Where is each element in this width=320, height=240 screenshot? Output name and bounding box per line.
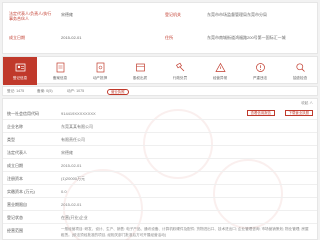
reg-authority-value: 东莞市市场监督管理局东莞市分局 — [207, 12, 267, 17]
search-check-icon — [295, 63, 305, 72]
row-key: 统一社会信用代码 — [7, 111, 39, 116]
detail-row: 登记状态 在营(开业)企业 — [3, 211, 317, 224]
registration-detail-panel: 收起 ∧ 统一社会信用代码 914419XXXXXXXX 查看信用报告 下载营业… — [2, 98, 318, 240]
business-scope-text: 一般经营项目: 研发、设计、生产、销售: 电子产品、通讯设备、计算机软硬件及配件… — [61, 227, 309, 237]
row-key: 成立日期 — [7, 163, 23, 168]
detail-row: 成立日期 2015-02-01 — [3, 159, 317, 172]
tab-label: 抽查检查 — [292, 76, 308, 80]
id-card-icon — [15, 63, 25, 72]
filter-item[interactable]: 动产: 1075 — [67, 89, 84, 94]
tab-label: 经营异常 — [212, 76, 228, 80]
row-key: 经营范围 — [7, 228, 23, 233]
row-value: 在营(开业)企业 — [61, 215, 88, 220]
detail-row: 实缴资本 (万元) 0.0 — [3, 185, 317, 198]
row-value: 2015-02-01 — [61, 163, 82, 168]
detail-row: 类型 有限责任公司 — [3, 133, 317, 146]
collapse-button[interactable]: 收起 ∧ — [301, 101, 313, 106]
detail-row: 法定代表人 宋德雍 — [3, 146, 317, 159]
tab-registration[interactable]: 登记信息 — [3, 57, 37, 85]
tab-label: 动产抵押 — [92, 76, 108, 80]
row-key: 营业期限自 — [7, 202, 27, 207]
tab-label: 备案信息 — [52, 76, 68, 80]
tab-chattel-mortgage[interactable]: 动产抵押 — [83, 57, 117, 85]
filter-item[interactable]: 备案: 0(5) — [37, 89, 53, 94]
row-value: 东莞某某有限公司 — [61, 124, 93, 129]
alert-icon — [255, 63, 265, 72]
tab-label: 股权出质 — [132, 76, 148, 80]
pledge-icon — [135, 63, 145, 72]
reg-authority-label: 登记机关 — [165, 12, 181, 17]
view-report-button[interactable]: 查看信用报告 — [246, 110, 275, 116]
filter-item[interactable]: 登记: 1475 — [7, 89, 24, 94]
download-license-button[interactable]: 下载营业执照 — [284, 110, 313, 116]
row-key: 实缴资本 (万元) — [7, 189, 35, 194]
legal-rep-label: 法定代表人/负责人/执行事务合伙人 — [9, 11, 52, 21]
legal-rep-value: 宋德雍 — [61, 12, 73, 17]
address-label: 住所 — [165, 35, 173, 40]
reg-date-label: 成立日期 — [9, 35, 25, 40]
row-key: 类型 — [7, 137, 15, 142]
row-value: 2015-02-01 — [61, 202, 82, 207]
gavel-icon — [175, 62, 184, 72]
row-value: 0.0 — [61, 189, 67, 194]
filter-bar: 登记: 1475 备案: 0(5) 动产: 1075 营业执照 — [2, 86, 318, 96]
document-icon — [56, 62, 64, 73]
detail-row: 企业名称 东莞某某有限公司 — [3, 120, 317, 133]
detail-row: 营业期限自 2015-02-01 — [3, 198, 317, 211]
tab-penalty[interactable]: 行政处罚 — [163, 57, 197, 85]
row-key: 登记状态 — [7, 215, 23, 220]
tab-spot-check[interactable]: 抽查检查 — [283, 57, 317, 85]
row-value: (1)20000万元 — [61, 176, 86, 181]
row-key: 企业名称 — [7, 124, 23, 129]
tab-label: 严重违法 — [252, 76, 268, 80]
filter-selected[interactable]: 营业执照 — [107, 88, 129, 95]
category-tabs: 登记信息 备案信息 动产抵押 股权出质 行政处罚 经营异常 严重违法 抽查检查 — [2, 56, 318, 85]
row-key: 注册资本 — [7, 176, 23, 181]
detail-row: 注册资本 (1)20000万元 — [3, 172, 317, 185]
reg-date-value: 2015-02-01 — [61, 35, 82, 40]
tab-filing[interactable]: 备案信息 — [43, 57, 77, 85]
row-value: 宋德雍 — [61, 150, 73, 155]
warning-icon — [214, 62, 226, 72]
business-scope-row: 经营范围 一般经营项目: 研发、设计、生产、销售: 电子产品、通讯设备、计算机软… — [3, 224, 317, 240]
stamp-icon — [96, 62, 104, 73]
tab-label: 行政处罚 — [172, 76, 188, 80]
address-value: 东莞市南城街道鸿福路200号第一国际汇一城 — [207, 35, 286, 40]
company-info-card: 法定代表人/负责人/执行事务合伙人 宋德雍 登记机关 东莞市市场监督管理局东莞市… — [2, 2, 318, 54]
detail-row: 统一社会信用代码 914419XXXXXXXX 查看信用报告 下载营业执照 — [3, 107, 317, 120]
tab-label: 登记信息 — [12, 76, 28, 80]
tab-equity-pledge[interactable]: 股权出质 — [123, 57, 157, 85]
tab-serious-violation[interactable]: 严重违法 — [243, 57, 277, 85]
row-value: 有限责任公司 — [61, 137, 85, 142]
row-value: 914419XXXXXXXX — [61, 111, 96, 116]
tab-abnormal[interactable]: 经营异常 — [203, 57, 237, 85]
row-key: 法定代表人 — [7, 150, 27, 155]
